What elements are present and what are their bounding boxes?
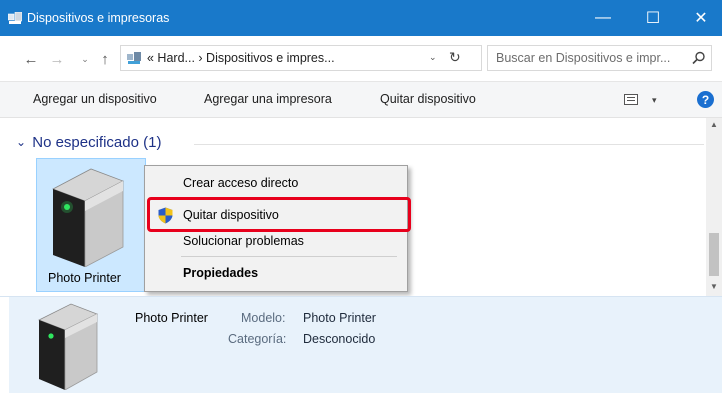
details-left-strip <box>0 297 9 393</box>
arrow-left-icon: ← <box>23 50 39 68</box>
back-button[interactable]: ← <box>22 50 40 68</box>
printer-device-icon <box>38 303 98 390</box>
menu-item-troubleshoot[interactable]: Solucionar problemas <box>183 234 304 248</box>
chevron-down-icon[interactable]: ⌄ <box>16 135 26 149</box>
vertical-scrollbar[interactable]: ▲ ▼ <box>706 118 722 296</box>
command-bar: Agregar un dispositivo Agregar una impre… <box>0 82 722 118</box>
scrollbar-thumb[interactable] <box>709 233 719 276</box>
context-menu: Crear acceso directo Quitar dispositivo … <box>144 165 411 292</box>
menu-item-properties[interactable]: Propiedades <box>183 266 258 280</box>
search-icon[interactable] <box>692 51 706 65</box>
recent-locations-button[interactable]: ⌄ <box>76 50 94 68</box>
minimize-icon: — <box>595 9 611 26</box>
chevron-down-icon: ⌄ <box>81 53 89 64</box>
maximize-icon: ☐ <box>645 10 661 27</box>
details-model-value: Photo Printer <box>303 311 376 325</box>
device-item-photo-printer[interactable]: Photo Printer <box>36 158 146 292</box>
menu-separator <box>181 256 397 257</box>
details-category-value: Desconocido <box>303 332 376 346</box>
refresh-icon[interactable]: ↻ <box>449 49 461 66</box>
window-title: Dispositivos e impresoras <box>27 11 170 25</box>
details-device-name: Photo Printer <box>135 311 208 325</box>
group-header[interactable]: ⌄ No especificado (1) <box>16 134 161 151</box>
breadcrumb[interactable]: « Hard... › Dispositivos e impres... <box>147 51 335 65</box>
menu-item-create-shortcut[interactable]: Crear acceso directo <box>183 176 298 190</box>
up-button[interactable]: ↑ <box>96 50 114 68</box>
group-header-label: No especificado (1) <box>32 134 162 151</box>
close-button[interactable]: ✕ <box>678 0 722 36</box>
device-label: Photo Printer <box>48 271 121 285</box>
close-icon: ✕ <box>694 10 708 27</box>
maximize-button[interactable]: ☐ <box>630 0 676 36</box>
address-dropdown-icon[interactable]: ⌄ <box>429 52 437 63</box>
search-input[interactable] <box>496 50 686 66</box>
arrow-right-icon: → <box>49 50 65 68</box>
add-printer-button[interactable]: Agregar una impresora <box>204 92 332 106</box>
view-options-dropdown-icon[interactable]: ▾ <box>652 95 657 106</box>
devices-printers-icon <box>8 12 22 24</box>
remove-device-button[interactable]: Quitar dispositivo <box>380 92 476 106</box>
address-row: ← → ⌄ ↑ « Hard... › Dispositivos e impre… <box>0 36 722 82</box>
details-category-label: Categoría: <box>228 332 287 346</box>
search-box[interactable] <box>487 45 712 71</box>
address-bar[interactable]: « Hard... › Dispositivos e impres... ⌄ ↻ <box>120 45 482 71</box>
details-model-label: Modelo: <box>241 311 286 325</box>
scroll-down-icon[interactable]: ▼ <box>710 282 718 291</box>
add-device-button[interactable]: Agregar un dispositivo <box>33 92 157 106</box>
printer-device-icon <box>52 168 124 267</box>
devices-printers-icon <box>127 52 141 64</box>
forward-button[interactable]: → <box>48 50 66 68</box>
arrow-up-icon: ↑ <box>101 50 109 68</box>
highlight-box <box>147 197 411 232</box>
details-pane: Photo Printer Modelo: Photo Printer Cate… <box>0 296 722 393</box>
title-bar: Dispositivos e impresoras — ☐ ✕ <box>0 0 722 36</box>
minimize-button[interactable]: — <box>580 0 626 36</box>
scroll-up-icon[interactable]: ▲ <box>710 120 718 129</box>
group-divider <box>194 144 704 145</box>
help-icon[interactable]: ? <box>697 91 714 108</box>
change-view-icon[interactable] <box>624 94 638 105</box>
